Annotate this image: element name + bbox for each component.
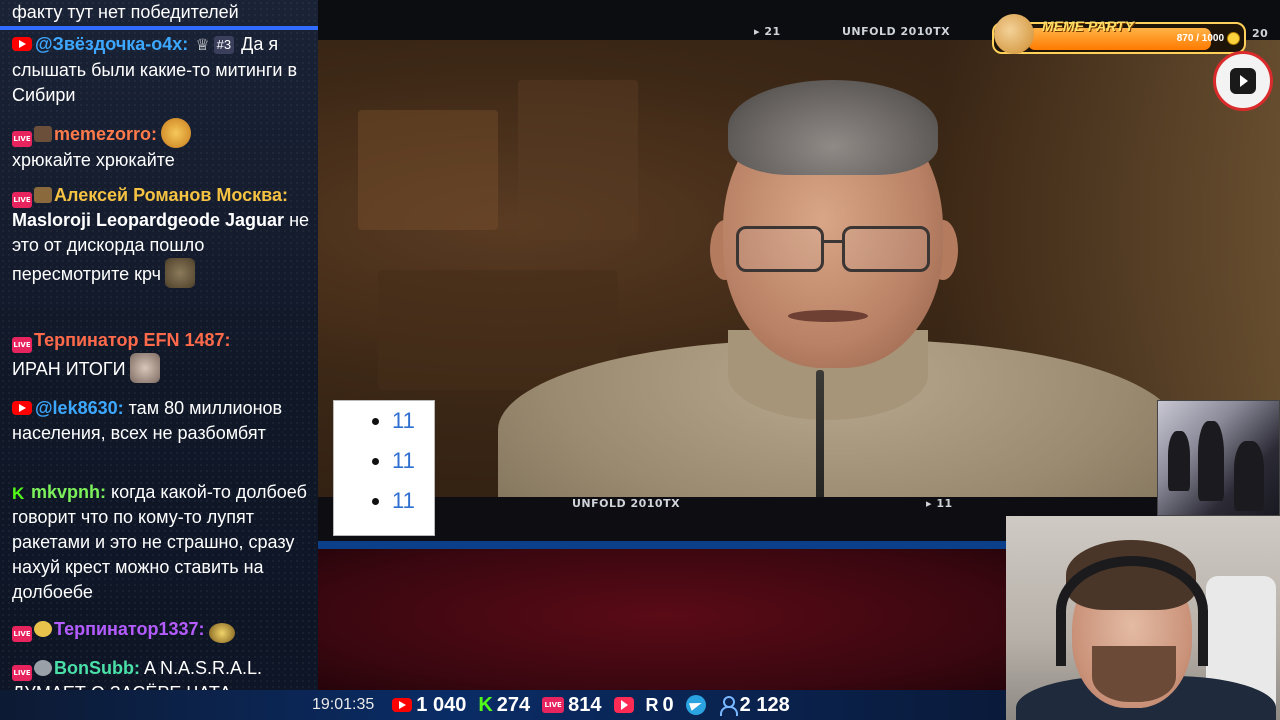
chat-message: LIVE memezorro: хрюкайте хрюкайте <box>12 118 312 173</box>
play-viewers <box>613 697 634 713</box>
dropdown-popup[interactable]: 11 11 11 <box>333 400 435 536</box>
doge-icon <box>994 14 1034 54</box>
meme-party-title: MEME PARTY <box>1042 18 1135 34</box>
video-label-title: UNFOLD 2010TX <box>842 25 951 38</box>
artwork-figure <box>1234 441 1264 511</box>
user-avatar <box>34 126 52 142</box>
r-icon: R <box>645 694 659 715</box>
chat-nick[interactable]: BonSubb: <box>54 658 140 678</box>
chat-message-text: факту тут нет победителей <box>12 2 239 22</box>
r-viewers: R 0 <box>646 694 674 717</box>
bookshelf <box>518 80 638 240</box>
total-viewers: 2 128 <box>718 694 790 717</box>
kick-viewers: K 274 <box>478 694 530 717</box>
live-icon: LIVE <box>12 337 32 353</box>
total-viewers-count: 2 128 <box>739 693 790 716</box>
chat-message: факту тут нет победителей <box>12 0 312 25</box>
chat-message: LIVE Терпинатор1337: <box>12 617 312 643</box>
video-lower-number: ▸ 11 <box>926 497 953 510</box>
live-icon: LIVE <box>12 665 32 681</box>
crown-icon: ♕ <box>195 37 210 54</box>
chat-nick[interactable]: Алексей Романов Москва: <box>54 185 288 205</box>
emote-icon <box>129 353 160 383</box>
glasses-icon <box>736 226 931 274</box>
chat-nick[interactable]: Терпинатор1337: <box>54 619 205 639</box>
live-viewers: LIVE 814 <box>542 693 602 717</box>
artwork-figure <box>1168 431 1190 491</box>
user-avatar <box>34 187 52 203</box>
headset-icon <box>1056 556 1208 666</box>
main-video[interactable] <box>318 40 1280 498</box>
chat-message: @Звёздочка-о4х: ♕ #3 Да я слышать были ка… <box>12 32 312 108</box>
chat-panel: факту тут нет победителей @Звёздочка-о4х… <box>0 0 318 690</box>
user-icon <box>718 696 738 716</box>
chat-message: @lek8630: там 80 миллионов населения, вс… <box>12 396 312 446</box>
bookshelf <box>358 110 498 230</box>
speaker-mouth <box>788 310 868 322</box>
rank-badge: #3 <box>213 36 235 54</box>
user-avatar <box>34 660 52 676</box>
stream-clock: 19:01:35 <box>312 696 375 713</box>
video-lower-number-text: 11 <box>936 497 953 510</box>
chat-nick[interactable]: mkvpnh: <box>31 482 106 502</box>
chat-mention: Masloroji Leopardgeode Jaguar <box>12 210 285 230</box>
chat-message-text: хрюкайте хрюкайте <box>12 150 175 170</box>
live-viewers-count: 814 <box>568 693 602 716</box>
youtube-icon <box>392 698 413 712</box>
speaker-zipper <box>816 370 824 498</box>
kick-icon: K <box>478 693 493 716</box>
lower-panel-divider <box>318 541 1008 549</box>
live-icon: LIVE <box>12 131 32 147</box>
youtube-icon <box>12 401 32 415</box>
chat-divider <box>0 26 318 30</box>
dropdown-list: 11 11 11 <box>372 405 415 525</box>
dropdown-item[interactable]: 11 <box>372 445 415 485</box>
lower-panel <box>318 541 1008 691</box>
chat-message: LIVE Терпинатор EFN 1487: ИРАН ИТОГИ <box>12 328 312 383</box>
youtube-shorts-button[interactable] <box>1213 51 1273 111</box>
kick-viewers-count: 274 <box>496 693 531 716</box>
live-icon: LIVE <box>12 626 32 642</box>
anime-artwork-thumbnail <box>1157 400 1280 516</box>
video-label-number-text: 21 <box>764 25 781 38</box>
chat-message: LIVE Алексей Романов Москва: Masloroji Le… <box>12 183 312 288</box>
emote-icon <box>165 258 196 288</box>
youtube-viewers: 1 040 <box>392 694 466 717</box>
stream-stats-bar: 19:01:35 1 040 K 274 LIVE 814 R 0 2 128 <box>0 690 1006 720</box>
streamer-webcam <box>1006 516 1280 720</box>
chat-message: LIVEBonSubb: A N.A.S.R.A.L. ДУМАЕТ О ЗАС… <box>12 656 312 690</box>
chat-nick[interactable]: @Звёздочка-о4х: <box>35 34 188 54</box>
video-label-number: ▸ 21 <box>754 25 781 38</box>
artwork-figure <box>1198 421 1224 501</box>
coin-icon <box>1227 32 1240 45</box>
emote-icon <box>208 623 235 643</box>
speaker-hair <box>728 80 938 175</box>
chat-message-text: ИРАН ИТОГИ <box>12 359 126 379</box>
chat-nick[interactable]: @lek8630: <box>35 398 124 418</box>
telegram-link[interactable] <box>685 695 706 715</box>
shorts-icon <box>1230 68 1256 94</box>
live-icon: LIVE <box>542 697 565 713</box>
kick-icon: K <box>12 484 25 503</box>
youtube-icon <box>12 37 32 51</box>
meme-party-progress: MEME PARTY 870 / 1000 <box>992 14 1246 54</box>
telegram-icon <box>685 695 706 715</box>
user-avatar <box>34 621 52 637</box>
emote-icon <box>161 118 192 148</box>
chat-message: Kmkvpnh: когда какой-то долбоеб говорит … <box>12 480 312 605</box>
play-icon <box>613 697 634 713</box>
video-label-number-right: 20 <box>1252 27 1269 40</box>
video-lower-title: UNFOLD 2010TX <box>572 497 681 510</box>
chat-nick[interactable]: Терпинатор EFN 1487: <box>34 330 231 350</box>
chat-nick[interactable]: memezorro: <box>54 124 157 144</box>
meme-party-count: 870 / 1000 <box>1176 33 1224 44</box>
r-viewers-count: 0 <box>662 693 674 716</box>
dropdown-item[interactable]: 11 <box>372 485 415 525</box>
dropdown-item[interactable]: 11 <box>372 405 415 445</box>
youtube-viewers-count: 1 040 <box>416 693 467 716</box>
live-icon: LIVE <box>12 192 32 208</box>
